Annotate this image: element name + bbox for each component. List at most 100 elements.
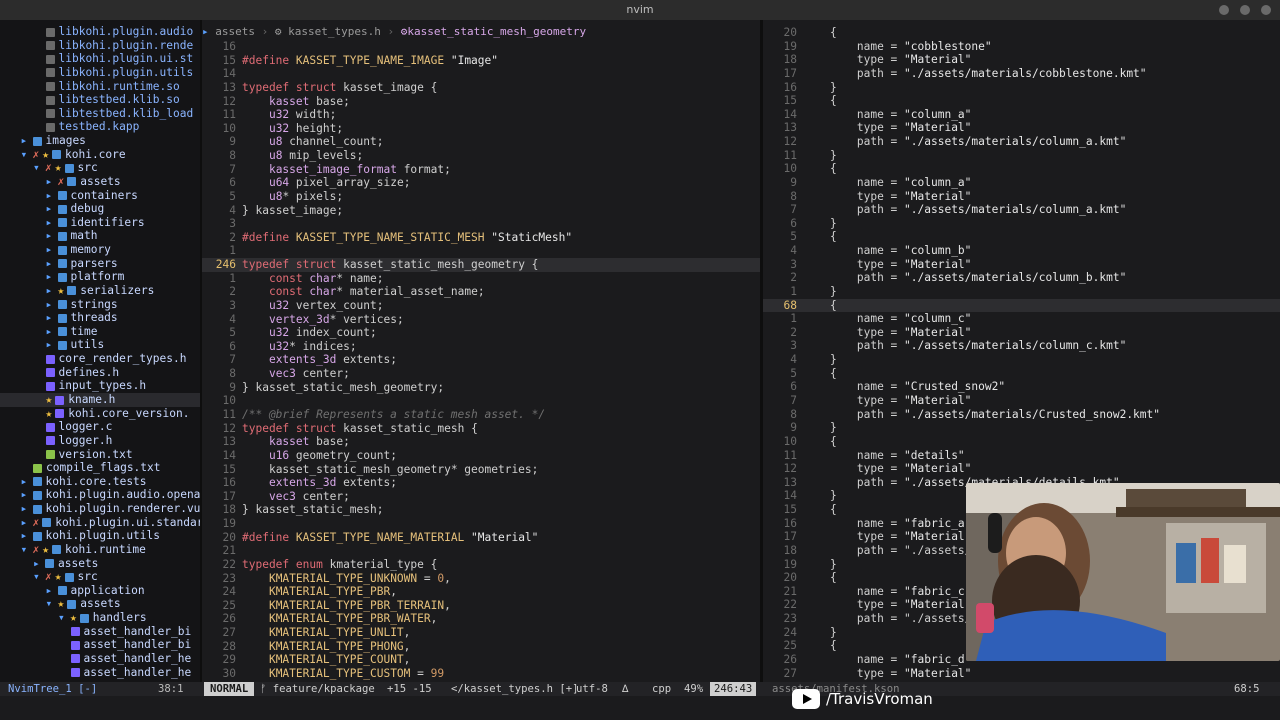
- code-line[interactable]: 14 u16 geometry_count;: [202, 449, 760, 463]
- tree-item[interactable]: defines.h: [0, 366, 200, 380]
- minimize-button[interactable]: [1219, 5, 1229, 15]
- code-line[interactable]: 5 {: [763, 230, 1280, 244]
- tree-item[interactable]: ▸ memory: [0, 243, 200, 257]
- editor-left-pane[interactable]: ▸ assets › ⚙ kasset_types.h › ⚙kasset_st…: [202, 20, 760, 682]
- code-line[interactable]: 4 name = "column_b": [763, 244, 1280, 258]
- code-line[interactable]: 2 #define KASSET_TYPE_NAME_STATIC_MESH "S…: [202, 231, 760, 245]
- code-line[interactable]: 12 path = "./assets/materials/column_a.k…: [763, 135, 1280, 149]
- code-line[interactable]: 14 name = "column_a": [763, 108, 1280, 122]
- code-line[interactable]: 12 kasset base;: [202, 95, 760, 109]
- code-line[interactable]: 11 name = "details": [763, 449, 1280, 463]
- tree-item[interactable]: libkohi.plugin.audio: [0, 25, 200, 39]
- chevron-down-icon[interactable]: ▾: [58, 611, 70, 625]
- code-line[interactable]: 16: [202, 40, 760, 54]
- tree-item[interactable]: logger.c: [0, 420, 200, 434]
- tree-item[interactable]: ▸ time: [0, 325, 200, 339]
- chevron-right-icon[interactable]: ▸: [46, 284, 58, 298]
- chevron-right-icon[interactable]: ▸: [46, 175, 58, 189]
- chevron-right-icon[interactable]: ▸: [46, 243, 58, 257]
- tree-item[interactable]: testbed.kapp: [0, 120, 200, 134]
- tree-item[interactable]: ▸ strings: [0, 298, 200, 312]
- code-line[interactable]: 17 path = "./assets/materials/cobbleston…: [763, 67, 1280, 81]
- code-line[interactable]: 11 }: [763, 149, 1280, 163]
- code-line[interactable]: 3 path = "./assets/materials/column_c.km…: [763, 339, 1280, 353]
- code-line[interactable]: 6 name = "Crusted_snow2": [763, 380, 1280, 394]
- tree-item[interactable]: ▸ kohi.plugin.renderer.vul: [0, 502, 201, 516]
- code-line[interactable]: 9} kasset_static_mesh_geometry;: [202, 381, 760, 395]
- code-line[interactable]: 1 }: [763, 285, 1280, 299]
- code-line[interactable]: 9 }: [763, 421, 1280, 435]
- code-line[interactable]: 5 {: [763, 367, 1280, 381]
- code-line[interactable]: 10 {: [763, 435, 1280, 449]
- chevron-right-icon[interactable]: ▸: [21, 475, 33, 489]
- code-line[interactable]: 2 type = "Material": [763, 326, 1280, 340]
- breadcrumb-item-folder[interactable]: assets: [215, 25, 255, 38]
- tree-item[interactable]: ▸ debug: [0, 202, 200, 216]
- code-line[interactable]: 6 u64 pixel_array_size;: [202, 176, 760, 190]
- tree-item[interactable]: ▸ parsers: [0, 257, 200, 271]
- tree-item[interactable]: asset_handler_bi: [0, 638, 200, 652]
- code-line[interactable]: 8 u8 mip_levels;: [202, 149, 760, 163]
- code-line[interactable]: 17 vec3 center;: [202, 490, 760, 504]
- chevron-down-icon[interactable]: ▾: [21, 148, 33, 162]
- tree-item[interactable]: ▾ ✗ ★ kohi.runtime: [0, 543, 200, 557]
- close-button[interactable]: [1261, 5, 1271, 15]
- code-line[interactable]: 11 u32 width;: [202, 108, 760, 122]
- code-line[interactable]: 7 path = "./assets/materials/column_a.km…: [763, 203, 1280, 217]
- tree-item[interactable]: ▸ assets: [0, 557, 200, 571]
- code-line[interactable]: 16 }: [763, 81, 1280, 95]
- tree-item[interactable]: libkohi.plugin.rende: [0, 39, 200, 53]
- tree-item[interactable]: libkohi.plugin.ui.st: [0, 52, 200, 66]
- breadcrumb-item-symbol[interactable]: kasset_static_mesh_geometry: [407, 25, 586, 38]
- code-line[interactable]: 16 extents_3d extents;: [202, 476, 760, 490]
- code-line[interactable]: 7 kasset_image_format format;: [202, 163, 760, 177]
- tree-item[interactable]: version.txt: [0, 448, 200, 462]
- code-line[interactable]: 15 #define KASSET_TYPE_NAME_IMAGE "Image": [202, 54, 760, 68]
- code-line[interactable]: 1: [202, 244, 760, 258]
- code-line[interactable]: 23 KMATERIAL_TYPE_UNKNOWN = 0,: [202, 572, 760, 586]
- code-line[interactable]: 7 type = "Material": [763, 394, 1280, 408]
- code-line[interactable]: 3 type = "Material": [763, 258, 1280, 272]
- code-line[interactable]: 9 u8 channel_count;: [202, 135, 760, 149]
- code-line[interactable]: 11 /** @brief Represents a static mesh as…: [202, 408, 760, 422]
- code-line[interactable]: 4} kasset_image;: [202, 204, 760, 218]
- tree-item[interactable]: ▸ identifiers: [0, 216, 200, 230]
- chevron-down-icon[interactable]: ▾: [21, 543, 33, 557]
- code-line[interactable]: 15 {: [763, 94, 1280, 108]
- tree-item[interactable]: ▸ kohi.core.tests: [0, 475, 200, 489]
- command-line[interactable]: [0, 696, 1280, 720]
- chevron-down-icon[interactable]: ▾: [33, 570, 45, 584]
- code-line[interactable]: 246 typedef struct kasset_static_mesh_geo…: [202, 258, 760, 272]
- chevron-down-icon[interactable]: ▾: [46, 597, 58, 611]
- code-line[interactable]: 4 }: [763, 353, 1280, 367]
- chevron-right-icon[interactable]: ▸: [21, 488, 33, 502]
- code-line[interactable]: 26 KMATERIAL_TYPE_PBR_WATER,: [202, 612, 760, 626]
- tree-item[interactable]: core_render_types.h: [0, 352, 200, 366]
- chevron-right-icon[interactable]: ▸: [46, 584, 58, 598]
- code-line[interactable]: 15 kasset_static_mesh_geometry* geometri…: [202, 463, 760, 477]
- tree-item[interactable]: ▸ kohi.plugin.audio.openal: [0, 488, 201, 502]
- tree-item[interactable]: ▸ kohi.plugin.utils: [0, 529, 200, 543]
- tree-item[interactable]: ▸ threads: [0, 311, 200, 325]
- code-line[interactable]: 30 KMATERIAL_TYPE_CUSTOM = 99: [202, 667, 760, 681]
- code-line[interactable]: 2 const char* material_asset_name;: [202, 285, 760, 299]
- tree-item[interactable]: ▸ utils: [0, 338, 200, 352]
- code-line[interactable]: 18} kasset_static_mesh;: [202, 503, 760, 517]
- tree-item[interactable]: ▸ ★ serializers: [0, 284, 200, 298]
- code-line[interactable]: 27 KMATERIAL_TYPE_UNLIT,: [202, 626, 760, 640]
- code-line[interactable]: 18 type = "Material": [763, 53, 1280, 67]
- code-line[interactable]: 20 #define KASSET_TYPE_NAME_MATERIAL "Mat…: [202, 531, 760, 545]
- chevron-right-icon[interactable]: ▸: [46, 189, 58, 203]
- code-line[interactable]: 8 vec3 center;: [202, 367, 760, 381]
- tree-item[interactable]: ▸ platform: [0, 270, 200, 284]
- tree-item[interactable]: ▸ ✗ kohi.plugin.ui.standar: [0, 516, 201, 530]
- code-line[interactable]: 25 KMATERIAL_TYPE_PBR_TERRAIN,: [202, 599, 760, 613]
- code-line[interactable]: 10: [202, 394, 760, 408]
- chevron-right-icon[interactable]: ▸: [21, 502, 33, 516]
- code-line[interactable]: 5 u32 index_count;: [202, 326, 760, 340]
- code-line[interactable]: 7 extents_3d extents;: [202, 353, 760, 367]
- code-line[interactable]: 12 typedef struct kasset_static_mesh {: [202, 422, 760, 436]
- file-tree[interactable]: libkohi.plugin.audio libkohi.plugin.rende…: [0, 20, 200, 682]
- code-line[interactable]: 6 }: [763, 217, 1280, 231]
- tree-item[interactable]: ▾ ★ assets: [0, 597, 200, 611]
